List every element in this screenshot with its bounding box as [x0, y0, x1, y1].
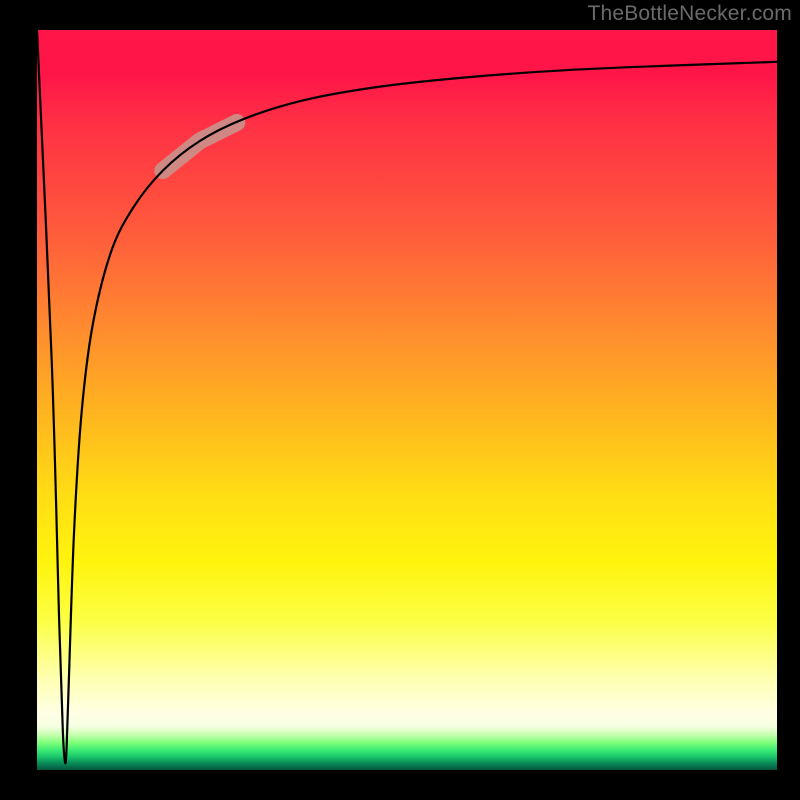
plot-area — [37, 30, 777, 770]
bottleneck-curve-line — [37, 30, 777, 763]
curve-highlight-segment — [163, 123, 237, 171]
chart-container: TheBottleNecker.com — [0, 0, 800, 800]
curve-layer — [37, 30, 777, 770]
watermark-text: TheBottleNecker.com — [587, 2, 792, 26]
